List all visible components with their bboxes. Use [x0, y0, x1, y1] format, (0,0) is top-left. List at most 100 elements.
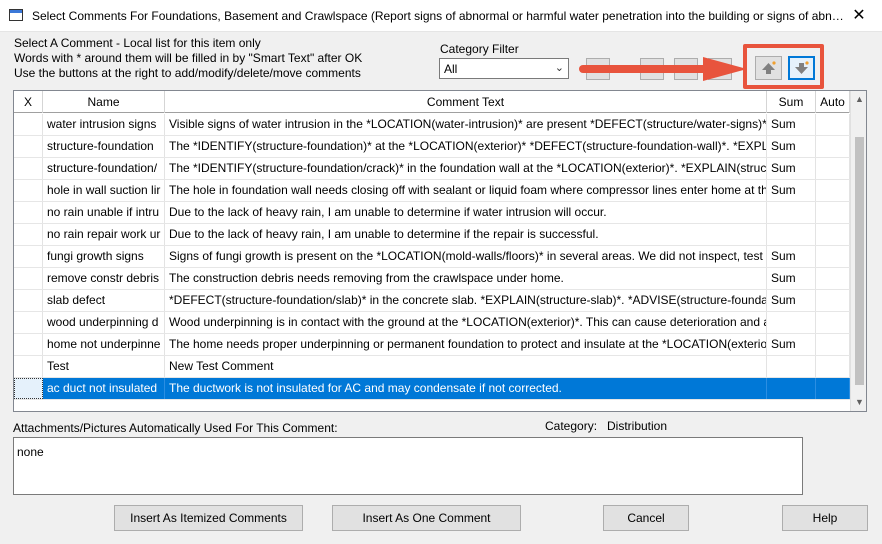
column-header-x[interactable]: X: [14, 91, 43, 113]
insert-one-comment-button[interactable]: Insert As One Comment: [332, 505, 521, 531]
row-sum-cell: Sum: [767, 334, 816, 355]
row-comment-text-cell: The construction debris needs removing f…: [165, 268, 767, 289]
help-button[interactable]: Help: [782, 505, 868, 531]
row-sum-cell: Sum: [767, 158, 816, 179]
row-x-cell[interactable]: [14, 378, 43, 399]
row-name-cell: ac duct not insulated: [43, 378, 165, 399]
table-row[interactable]: slab defect *DEFECT(structure-foundation/…: [14, 290, 850, 312]
table-row[interactable]: structure-foundation The *IDENTIFY(struct…: [14, 136, 850, 158]
row-name-cell: structure-foundation: [43, 136, 165, 157]
scroll-up-icon[interactable]: ▲: [851, 91, 866, 108]
row-x-cell[interactable]: [14, 334, 43, 355]
insert-itemized-button[interactable]: Insert As Itemized Comments: [114, 505, 303, 531]
table-row[interactable]: no rain repair work ur Due to the lack of…: [14, 224, 850, 246]
row-comment-text-cell: New Test Comment: [165, 356, 767, 377]
title-bar: Select Comments For Foundations, Basemen…: [0, 0, 882, 32]
row-x-cell[interactable]: [14, 136, 43, 157]
row-auto-cell: [816, 224, 850, 245]
column-header-comment-text[interactable]: Comment Text: [165, 91, 767, 113]
table-row[interactable]: wood underpinning d Wood underpinning is …: [14, 312, 850, 334]
row-auto-cell: [816, 180, 850, 201]
row-sum-cell: [767, 224, 816, 245]
row-auto-cell: [816, 114, 850, 135]
table-row[interactable]: water intrusion signs Visible signs of wa…: [14, 114, 850, 136]
row-auto-cell: [816, 312, 850, 333]
row-comment-text-cell: Due to the lack of heavy rain, I am unab…: [165, 202, 767, 223]
category-filter-select[interactable]: All ⌄: [439, 58, 569, 79]
row-comment-text-cell: The ductwork is not insulated for AC and…: [165, 378, 767, 399]
column-header-name[interactable]: Name: [43, 91, 165, 113]
scroll-down-icon[interactable]: ▼: [851, 394, 866, 411]
table-row[interactable]: Test New Test Comment: [14, 356, 850, 378]
category-filter-value: All: [444, 62, 458, 76]
row-name-cell: wood underpinning d: [43, 312, 165, 333]
attachments-value: none: [17, 445, 44, 459]
row-auto-cell: [816, 136, 850, 157]
row-sum-cell: Sum: [767, 268, 816, 289]
vertical-scrollbar[interactable]: ▲ ▼: [850, 91, 866, 411]
row-sum-cell: [767, 378, 816, 399]
instruction-line-2: Words with * around them will be filled …: [14, 51, 363, 65]
chevron-down-icon: ⌄: [554, 62, 564, 74]
table-header: X Name Comment Text Sum Auto: [14, 91, 850, 113]
scrollbar-thumb[interactable]: [855, 137, 864, 385]
row-x-cell[interactable]: [14, 356, 43, 377]
row-name-cell: fungi growth signs: [43, 246, 165, 267]
row-comment-text-cell: Due to the lack of heavy rain, I am unab…: [165, 224, 767, 245]
attachments-list[interactable]: none: [13, 437, 803, 495]
table-row[interactable]: home not underpinne The home needs proper…: [14, 334, 850, 356]
row-sum-cell: [767, 312, 816, 333]
row-sum-cell: Sum: [767, 290, 816, 311]
instruction-line-1: Select A Comment - Local list for this i…: [14, 36, 261, 50]
column-header-auto[interactable]: Auto: [816, 91, 850, 113]
row-auto-cell: [816, 246, 850, 267]
row-auto-cell: [816, 290, 850, 311]
window-title: Select Comments For Foundations, Basemen…: [32, 9, 847, 23]
table-row[interactable]: hole in wall suction lir The hole in foun…: [14, 180, 850, 202]
row-comment-text-cell: Signs of fungi growth is present on the …: [165, 246, 767, 267]
row-sum-cell: [767, 202, 816, 223]
row-comment-text-cell: Wood underpinning is in contact with the…: [165, 312, 767, 333]
row-x-cell[interactable]: [14, 158, 43, 179]
row-auto-cell: [816, 334, 850, 355]
row-name-cell: hole in wall suction lir: [43, 180, 165, 201]
table-row[interactable]: no rain unable if intru Due to the lack o…: [14, 202, 850, 224]
row-auto-cell: [816, 202, 850, 223]
comments-table[interactable]: X Name Comment Text Sum Auto water intru…: [13, 90, 867, 412]
table-row[interactable]: ac duct not insulated The ductwork is not…: [14, 378, 850, 400]
instruction-line-3: Use the buttons at the right to add/modi…: [14, 66, 361, 80]
row-name-cell: structure-foundation/: [43, 158, 165, 179]
row-comment-text-cell: *DEFECT(structure-foundation/slab)* in t…: [165, 290, 767, 311]
close-button[interactable]: ✕: [836, 0, 882, 32]
table-row[interactable]: fungi growth signs Signs of fungi growth …: [14, 246, 850, 268]
row-auto-cell: [816, 268, 850, 289]
app-window-icon: [9, 9, 23, 21]
row-x-cell[interactable]: [14, 312, 43, 333]
category-label: Category:: [545, 419, 598, 433]
row-comment-text-cell: The *IDENTIFY(structure-foundation/crack…: [165, 158, 767, 179]
row-comment-text-cell: Visible signs of water intrusion in the …: [165, 114, 767, 135]
row-x-cell[interactable]: [14, 180, 43, 201]
row-name-cell: remove constr debris: [43, 268, 165, 289]
row-auto-cell: [816, 158, 850, 179]
row-name-cell: no rain unable if intru: [43, 202, 165, 223]
row-auto-cell: [816, 356, 850, 377]
row-name-cell: Test: [43, 356, 165, 377]
row-sum-cell: Sum: [767, 180, 816, 201]
row-x-cell[interactable]: [14, 114, 43, 135]
table-row[interactable]: structure-foundation/The *IDENTIFY(struc…: [14, 158, 850, 180]
row-x-cell[interactable]: [14, 290, 43, 311]
row-sum-cell: Sum: [767, 246, 816, 267]
table-row[interactable]: remove constr debris The construction deb…: [14, 268, 850, 290]
row-x-cell[interactable]: [14, 268, 43, 289]
attachments-label: Attachments/Pictures Automatically Used …: [13, 421, 338, 435]
annotation-highlight-box: [743, 44, 824, 89]
row-sum-cell: Sum: [767, 114, 816, 135]
column-header-sum[interactable]: Sum: [767, 91, 816, 113]
row-x-cell[interactable]: [14, 246, 43, 267]
row-x-cell[interactable]: [14, 224, 43, 245]
row-x-cell[interactable]: [14, 202, 43, 223]
row-sum-cell: [767, 356, 816, 377]
category-value: Distribution: [607, 419, 668, 433]
cancel-button[interactable]: Cancel: [603, 505, 689, 531]
